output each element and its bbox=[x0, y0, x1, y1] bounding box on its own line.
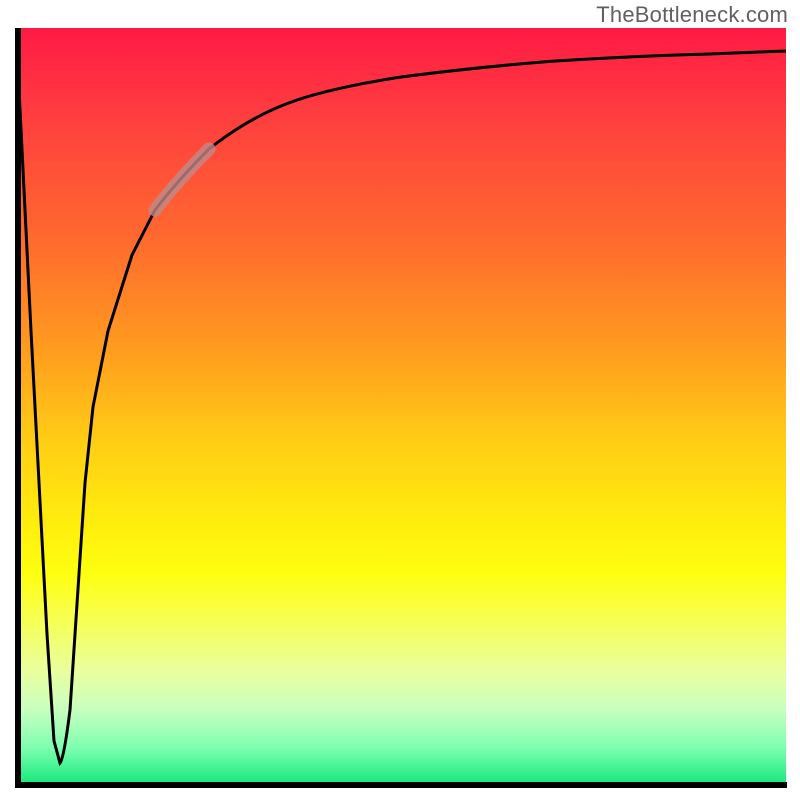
y-axis-line bbox=[15, 28, 21, 787]
plot-area bbox=[16, 28, 786, 786]
chart-container: TheBottleneck.com bbox=[0, 0, 800, 800]
x-axis-line bbox=[15, 782, 787, 788]
curve-svg bbox=[16, 28, 786, 786]
bottleneck-curve bbox=[16, 28, 786, 763]
watermark-text: TheBottleneck.com bbox=[596, 2, 788, 28]
